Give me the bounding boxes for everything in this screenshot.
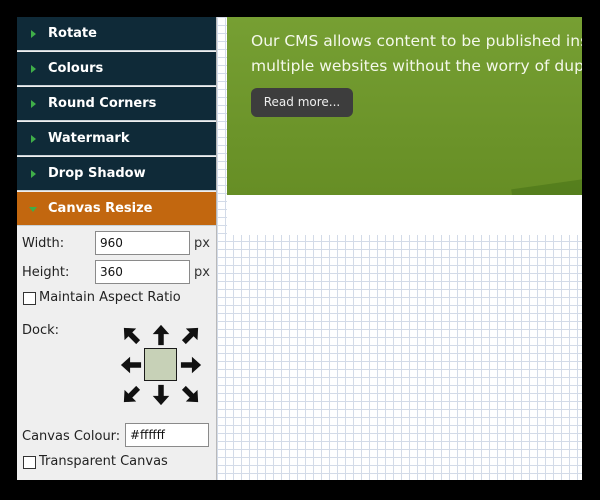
height-unit: px <box>194 265 210 280</box>
width-input[interactable] <box>95 231 190 255</box>
arrow-right-icon <box>31 100 36 108</box>
arrow-down-icon <box>29 207 37 212</box>
transparent-canvas-label: Transparent Canvas <box>39 454 168 469</box>
arrow-right-icon <box>31 30 36 38</box>
preview-text-line: multiple websites without the worry of d… <box>251 57 582 75</box>
height-label: Height: <box>22 265 70 280</box>
canvas-colour-label: Canvas Colour: <box>22 429 121 444</box>
maintain-aspect-checkbox[interactable] <box>23 292 36 305</box>
dock-bottom-right[interactable] <box>176 380 206 410</box>
accordion-canvas-resize[interactable]: Canvas Resize <box>17 192 216 226</box>
dock-bottom[interactable] <box>146 380 176 410</box>
dock-bottom-left[interactable] <box>116 380 146 410</box>
arrow-up-icon <box>152 324 170 346</box>
arrow-down-right-icon <box>181 385 199 403</box>
accordion-label: Rotate <box>48 26 97 41</box>
accordion-label: Colours <box>48 61 104 76</box>
dock-top[interactable] <box>146 320 176 350</box>
accordion-drop-shadow[interactable]: Drop Shadow <box>17 157 216 191</box>
dock-right[interactable] <box>176 350 206 380</box>
arrow-down-left-icon <box>123 385 141 403</box>
dock-top-left[interactable] <box>116 320 146 350</box>
accordion-label: Drop Shadow <box>48 166 146 181</box>
read-more-button[interactable]: Read more... <box>251 88 353 117</box>
dock-selector <box>116 320 206 410</box>
accordion-label: Round Corners <box>48 96 157 111</box>
transparent-canvas-checkbox[interactable] <box>23 456 36 469</box>
arrow-up-right-icon <box>181 327 199 345</box>
dock-left[interactable] <box>116 350 146 380</box>
dock-label: Dock: <box>22 323 60 338</box>
arrow-right-icon <box>31 65 36 73</box>
arrow-left-icon <box>120 356 142 374</box>
accordion-watermark[interactable]: Watermark <box>17 122 216 156</box>
canvas-fill-area <box>227 195 582 235</box>
arrow-right-icon <box>180 356 202 374</box>
accordion-colours[interactable]: Colours <box>17 52 216 86</box>
accordion-label: Watermark <box>48 131 130 146</box>
height-input[interactable] <box>95 260 190 284</box>
dock-center[interactable] <box>144 348 177 381</box>
width-unit: px <box>194 236 210 251</box>
arrow-up-left-icon <box>123 327 141 345</box>
dock-top-right[interactable] <box>176 320 206 350</box>
editor-window: Rotate Colours Round Corners Watermark D… <box>17 17 582 480</box>
arrow-down-icon <box>152 384 170 406</box>
accordion-round-corners[interactable]: Round Corners <box>17 87 216 121</box>
preview-image: Our CMS allows content to be published i… <box>227 17 582 195</box>
accordion-label: Canvas Resize <box>48 201 153 216</box>
preview-text-line: Our CMS allows content to be published i… <box>251 32 582 50</box>
accordion-rotate[interactable]: Rotate <box>17 17 216 51</box>
arrow-right-icon <box>31 135 36 143</box>
settings-panel: Rotate Colours Round Corners Watermark D… <box>17 17 217 480</box>
width-label: Width: <box>22 236 65 251</box>
arrow-right-icon <box>31 170 36 178</box>
maintain-aspect-label: Maintain Aspect Ratio <box>39 290 181 305</box>
canvas-preview: Our CMS allows content to be published i… <box>217 17 582 480</box>
canvas-colour-input[interactable] <box>125 423 209 447</box>
